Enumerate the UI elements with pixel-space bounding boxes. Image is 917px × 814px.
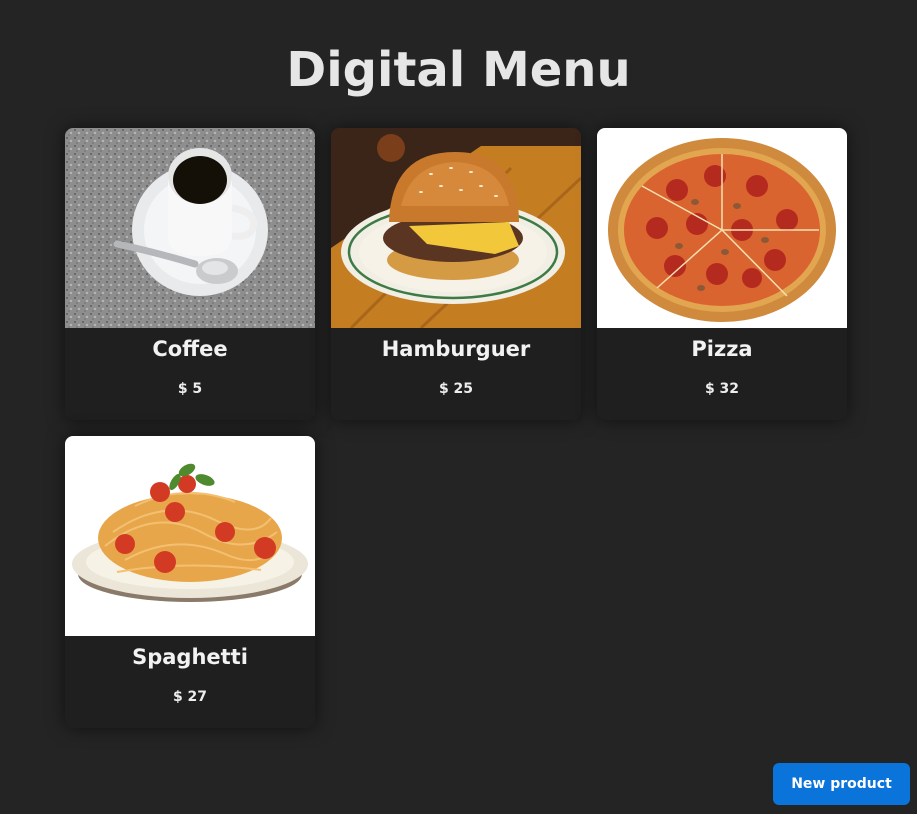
product-price: $ 27 bbox=[172, 689, 208, 705]
page-title: Digital Menu bbox=[286, 42, 631, 98]
product-card-hamburguer[interactable]: Hamburguer $ 25 bbox=[331, 128, 581, 420]
product-name: Coffee bbox=[152, 337, 228, 361]
product-name: Spaghetti bbox=[132, 645, 248, 669]
product-card-spaghetti[interactable]: Spaghetti $ 27 bbox=[65, 436, 315, 728]
hamburger-image bbox=[331, 128, 581, 328]
product-price: $ 32 bbox=[704, 381, 740, 397]
product-grid: Coffee $ 5 Hamburguer $ 25 Pizza $ 32 Sp… bbox=[65, 128, 847, 728]
product-card-coffee[interactable]: Coffee $ 5 bbox=[65, 128, 315, 420]
product-name: Pizza bbox=[691, 337, 753, 361]
spaghetti-image bbox=[65, 436, 315, 636]
product-price: $ 25 bbox=[438, 381, 474, 397]
pizza-image bbox=[597, 128, 847, 328]
product-card-pizza[interactable]: Pizza $ 32 bbox=[597, 128, 847, 420]
product-price: $ 5 bbox=[177, 381, 203, 397]
product-name: Hamburguer bbox=[381, 337, 531, 361]
new-product-button[interactable]: New product bbox=[773, 763, 910, 805]
coffee-cup-image bbox=[65, 128, 315, 328]
